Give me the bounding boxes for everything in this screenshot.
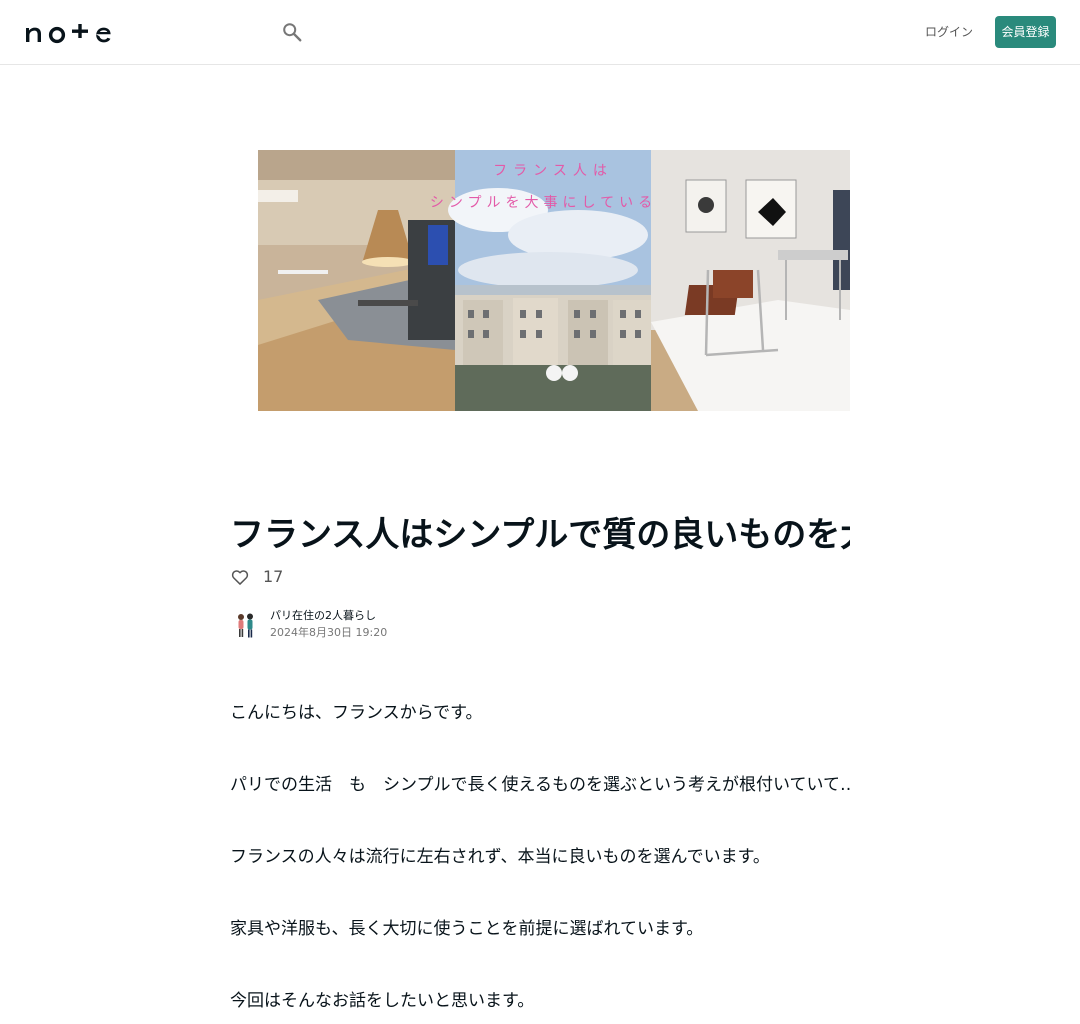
hero-image: フランス人は シンプルを大事にしている。 — [258, 150, 850, 411]
search-icon[interactable] — [281, 21, 303, 43]
avatar[interactable] — [232, 611, 260, 639]
article-title: フランス人はシンプルで質の良いものを大事にしている。という話 — [230, 515, 850, 555]
note-logo[interactable]: note — [24, 18, 124, 46]
like-count: 17 — [263, 567, 284, 586]
body-paragraph: パリでの生活 も シンプルで長く使えるものを選ぶという考えが根付いていて… — [230, 775, 850, 795]
hero-panel-interior — [258, 150, 455, 411]
hero-panel-paris: フランス人は シンプルを大事にしている。 — [430, 150, 676, 411]
hero-overlay-line2: シンプルを大事にしている。 — [430, 195, 676, 211]
post-date: 2024年8月30日 19:20 — [270, 626, 388, 639]
author-name[interactable]: パリ在住の2人暮らし — [270, 608, 387, 624]
author-block: パリ在住の2人暮らし 2024年8月30日 19:20 — [232, 608, 387, 642]
body-paragraph: 今回はそんなお話をしたいと思います。 — [230, 991, 535, 1011]
signup-button[interactable]: 会員登録 — [995, 16, 1056, 48]
site-header: note ログイン 会員登録 — [0, 0, 1080, 65]
body-paragraph: フランスの人々は流行に左右されず、本当に良いものを選んでいます。 — [230, 847, 770, 867]
hero-overlay-line1: フランス人は — [493, 163, 613, 179]
heart-icon[interactable] — [230, 567, 250, 587]
login-link[interactable]: ログイン — [922, 22, 976, 42]
body-paragraph: こんにちは、フランスからです。 — [230, 703, 483, 723]
hero-panel-museum — [651, 150, 850, 411]
like-row: 17 — [230, 566, 283, 588]
body-paragraph: 家具や洋服も、長く大切に使うことを前提に選ばれています。 — [230, 919, 704, 939]
